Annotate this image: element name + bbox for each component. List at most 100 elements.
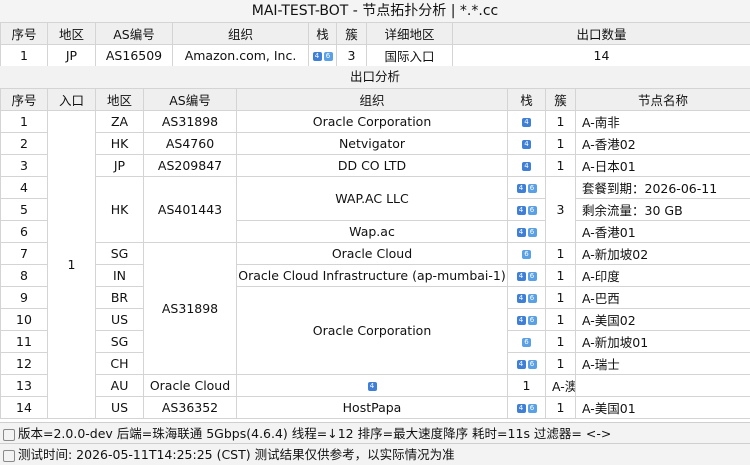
- row-index: 7: [0, 242, 48, 265]
- row-stack: 46: [507, 308, 546, 331]
- col-header-asn: AS编号: [95, 22, 173, 45]
- row-cluster: 1: [545, 286, 576, 309]
- row-index: 6: [0, 220, 48, 243]
- row-asn: AS209847: [143, 154, 237, 177]
- row-node-name: A-美国02: [575, 308, 750, 331]
- row-region: SG: [95, 330, 144, 353]
- table-row: 2 HK AS4760 Netvigator 4 1 A-香港02: [0, 132, 750, 155]
- row-stack: 46: [507, 396, 546, 419]
- row-org: Oracle Cloud: [236, 242, 508, 265]
- row-region: BR: [95, 286, 144, 309]
- col-header-exit-count: 出口数量: [452, 22, 750, 45]
- row-stack: 46: [507, 220, 546, 243]
- row-stack: 46: [507, 198, 546, 221]
- ipv6-badge-icon: 6: [522, 338, 531, 347]
- ipv4-badge-icon: 4: [516, 184, 526, 193]
- col-header-stack: 栈: [507, 88, 546, 111]
- row-asn: AS401443: [143, 176, 237, 243]
- col-header-region: 地区: [47, 22, 96, 45]
- col-header-detail-region: 详细地区: [366, 22, 453, 45]
- row-index: 14: [0, 396, 48, 419]
- row-index: 8: [0, 264, 48, 287]
- row-index: 9: [0, 286, 48, 309]
- summary-region: JP: [47, 44, 96, 67]
- row-cluster: 1: [545, 154, 576, 177]
- row-region: HK: [95, 176, 144, 243]
- row-region: US: [95, 396, 144, 419]
- row-stack: 6: [507, 330, 546, 353]
- row-org: Wap.ac: [236, 220, 508, 243]
- ipv6-badge-icon: 6: [522, 250, 531, 259]
- row-org: HostPapa: [236, 396, 508, 419]
- ipv6-badge-icon: 6: [527, 184, 537, 193]
- exit-header-row: 序号 入口 地区 AS编号 组织 栈 簇 节点名称: [0, 88, 750, 111]
- row-index: 13: [0, 374, 48, 397]
- row-node-name: A-巴西: [575, 286, 750, 309]
- ipv4-badge-icon: 4: [522, 118, 531, 127]
- ipv4-badge-icon: 4: [516, 316, 526, 325]
- row-node-name: A-新加坡02: [575, 242, 750, 265]
- row-index: 12: [0, 352, 48, 375]
- col-header-asn: AS编号: [143, 88, 237, 111]
- row-stack: 46: [507, 352, 546, 375]
- col-header-index: 序号: [0, 88, 48, 111]
- table-row: 9 BR Oracle Corporation 46 1 A-巴西: [0, 286, 750, 375]
- row-stack: 4: [507, 154, 546, 177]
- col-header-cluster: 簇: [545, 88, 576, 111]
- row-node-name: A-新加坡01: [575, 330, 750, 353]
- row-cluster: 1: [545, 308, 576, 331]
- row-node-name: A-香港02: [575, 132, 750, 155]
- col-header-index: 序号: [0, 22, 48, 45]
- ipv4-badge-icon: 4: [516, 206, 526, 215]
- row-cluster: 1: [545, 242, 576, 265]
- table-row: 3 JP AS209847 DD CO LTD 4 1 A-日本01: [0, 154, 750, 177]
- row-stack: 4: [507, 110, 546, 133]
- row-cluster: 1: [545, 110, 576, 133]
- summary-asn: AS16509: [95, 44, 173, 67]
- row-asn: AS4760: [143, 132, 237, 155]
- row-region: JP: [95, 154, 144, 177]
- ipv4-badge-icon: 4: [522, 162, 531, 171]
- summary-detail-region: 国际入口: [366, 44, 453, 67]
- entry-cell: 1: [47, 110, 96, 419]
- row-stack: 46: [507, 286, 546, 309]
- exit-analysis-table: 序号 入口 地区 AS编号 组织 栈 簇 节点名称 1 1 ZA AS31898…: [0, 88, 750, 419]
- row-org: Netvigator: [236, 132, 508, 155]
- ipv6-badge-icon: 6: [527, 294, 537, 303]
- row-node-name: A-香港01: [575, 220, 750, 243]
- row-cluster: 1: [545, 132, 576, 155]
- row-org: WAP.AC LLC: [236, 176, 508, 221]
- row-asn: AS36352: [143, 396, 237, 419]
- col-header-cluster: 簇: [336, 22, 367, 45]
- summary-cluster: 3: [336, 44, 367, 67]
- window-title: MAI-TEST-BOT - 节点拓扑分析 | *.*.cc: [0, 0, 750, 23]
- summary-org: Amazon.com, Inc.: [172, 44, 309, 67]
- row-index: 1: [0, 110, 48, 133]
- summary-header-row: 序号 地区 AS编号 组织 栈 簇 详细地区 出口数量: [0, 22, 750, 45]
- table-row: 7 SG AS31898 Oracle Cloud 6 1 A-新加坡02: [0, 242, 750, 375]
- ipv6-badge-icon: 6: [527, 272, 537, 281]
- row-org: Oracle Cloud: [143, 374, 237, 397]
- row-index: 3: [0, 154, 48, 177]
- row-region: IN: [95, 264, 144, 287]
- ipv4-badge-icon: 4: [367, 382, 377, 391]
- col-header-region: 地区: [95, 88, 144, 111]
- row-node-name: 套餐到期：2026-06-11: [575, 176, 750, 199]
- row-org: Oracle Cloud Infrastructure (ap-mumbai-1…: [236, 264, 508, 287]
- row-cluster: 3: [545, 176, 576, 243]
- exit-analysis-title: 出口分析: [0, 66, 750, 89]
- row-stack: 4: [236, 374, 508, 397]
- row-cluster: 1: [545, 330, 576, 353]
- col-header-org: 组织: [172, 22, 309, 45]
- row-org: DD CO LTD: [236, 154, 508, 177]
- row-org: Oracle Corporation: [236, 110, 508, 133]
- row-node-name: A-印度: [575, 264, 750, 287]
- row-node-name: A-美国01: [575, 396, 750, 419]
- summary-table: 序号 地区 AS编号 组织 栈 簇 详细地区 出口数量 1 JP AS16509…: [0, 22, 750, 67]
- info-icon: [3, 428, 15, 441]
- row-region: AU: [95, 374, 144, 397]
- summary-row: 1 JP AS16509 Amazon.com, Inc. 46 3 国际入口 …: [0, 44, 750, 67]
- row-index: 5: [0, 198, 48, 221]
- ipv6-badge-icon: 6: [527, 228, 537, 237]
- row-cluster: 1: [545, 264, 576, 287]
